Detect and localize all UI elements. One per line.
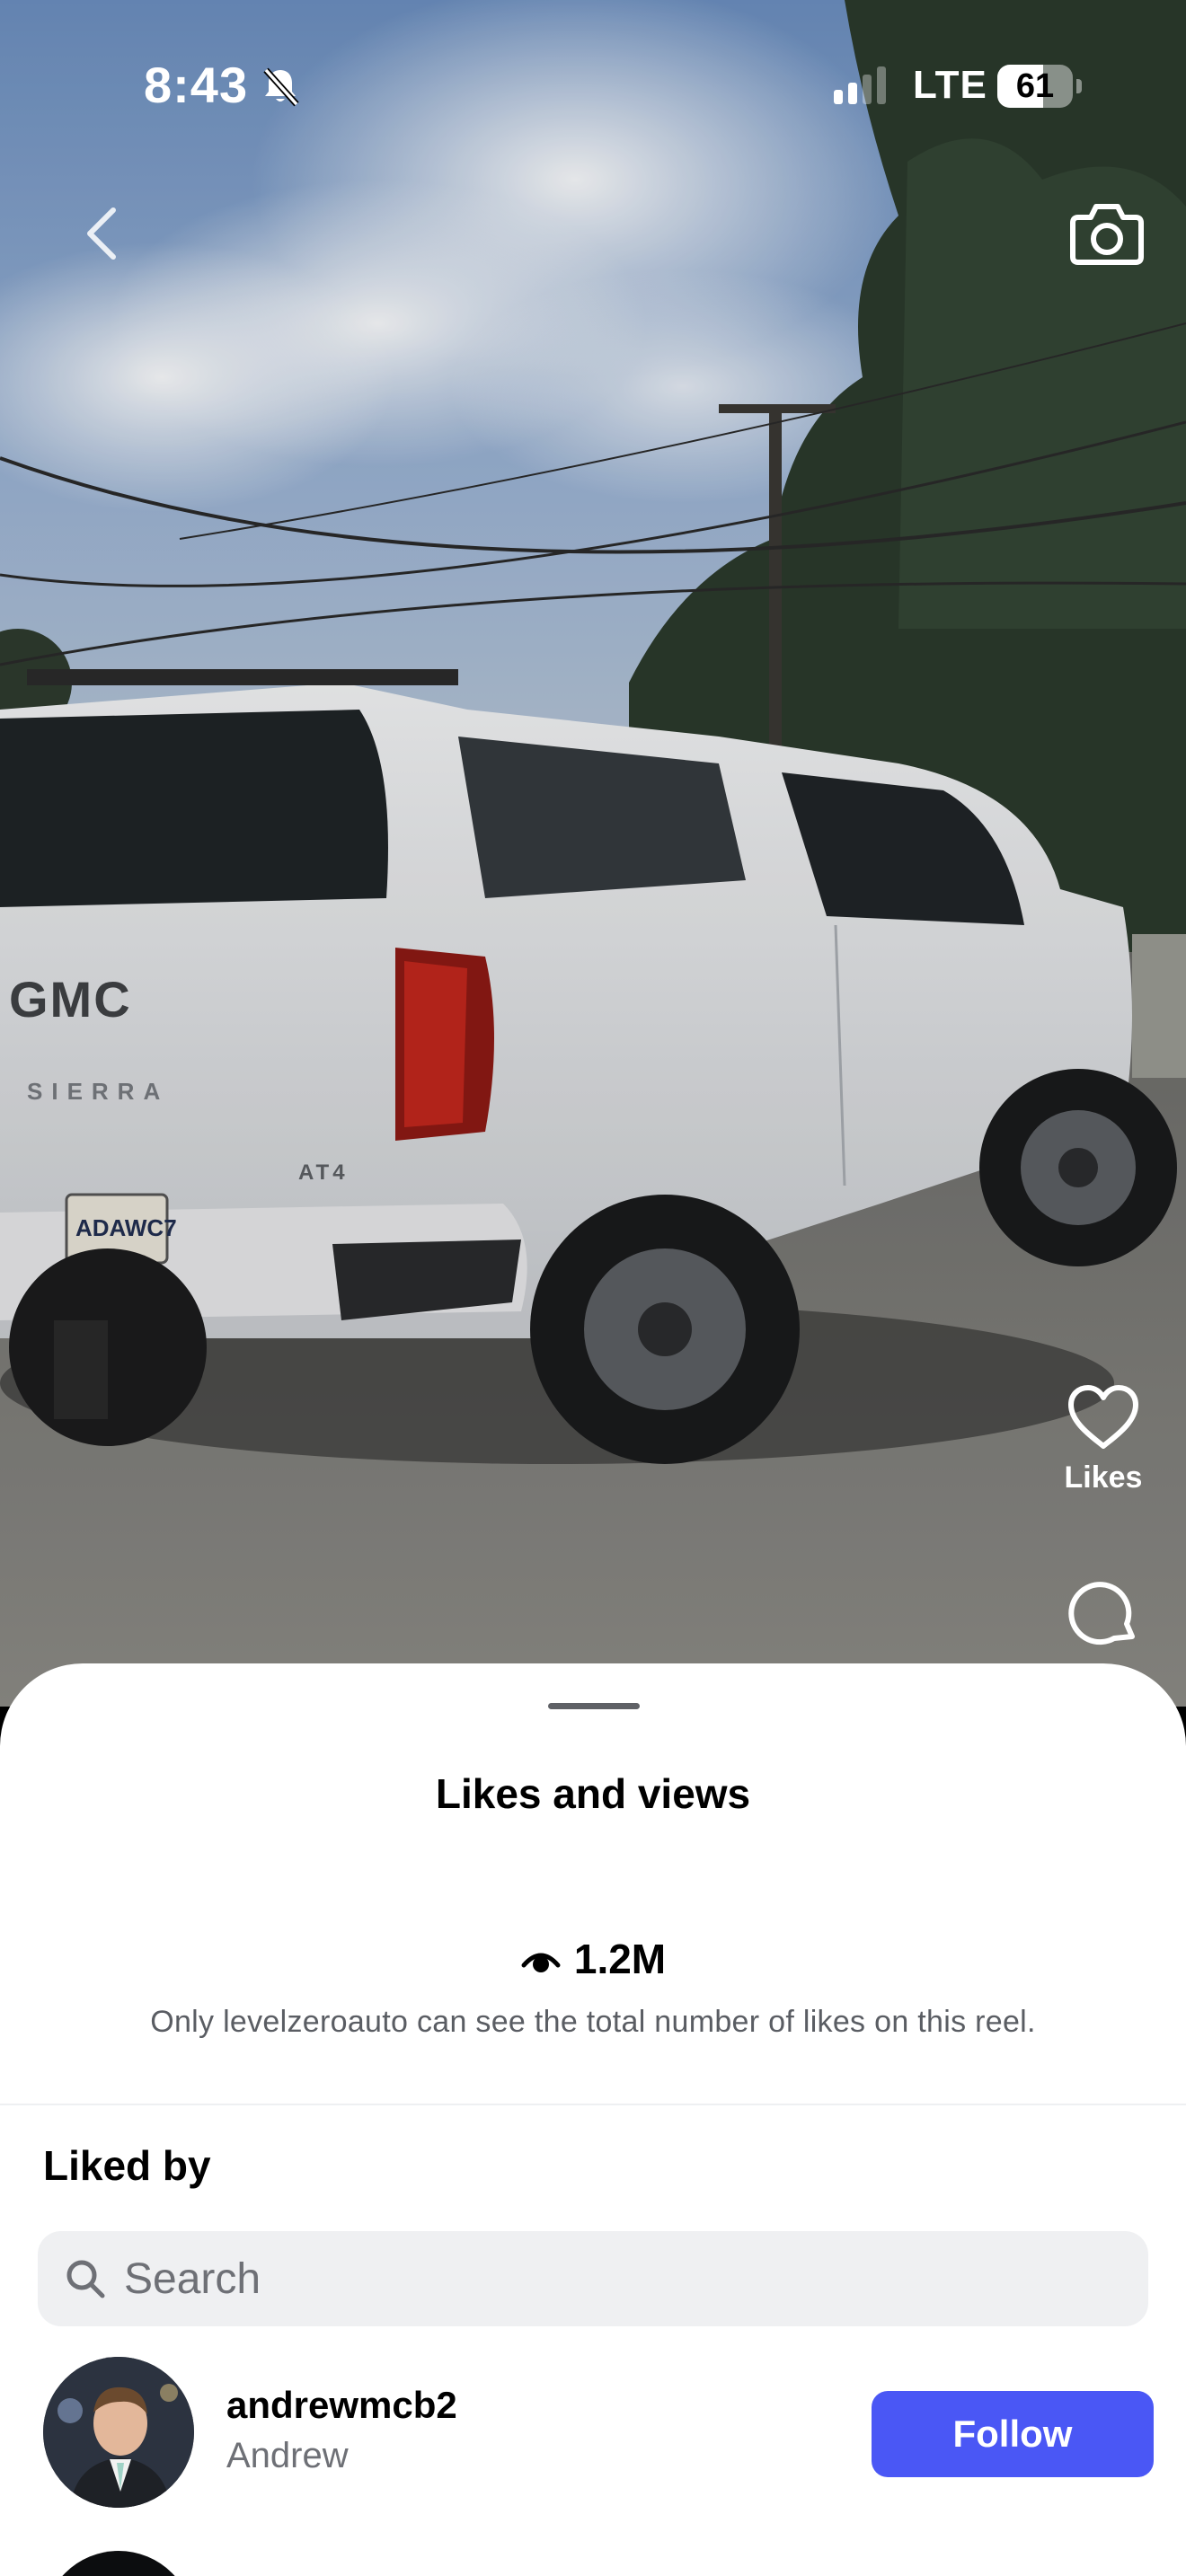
like-button[interactable]: Likes (1058, 1383, 1148, 1527)
follow-button[interactable]: Follow (872, 2391, 1154, 2477)
vehicle-badge: GMC (9, 971, 132, 1028)
camera-icon (1070, 204, 1144, 265)
cellular-signal-icon (834, 66, 888, 106)
reel-image (0, 0, 1186, 1707)
search-input[interactable] (124, 2231, 1112, 2326)
camera-button[interactable] (1069, 199, 1145, 268)
bell-slash-icon (259, 65, 302, 108)
battery-indicator: 61 (997, 65, 1082, 108)
vehicle-model: SIERRA (27, 1078, 170, 1105)
liker-row[interactable]: andrewmcb2 Andrew Follow (0, 2357, 1186, 2511)
avatar[interactable] (43, 2357, 194, 2508)
sheet-title: Likes and views (435, 1770, 751, 1817)
sheet-grabber[interactable] (548, 1703, 640, 1709)
license-plate: ADAWC7 (75, 1214, 177, 1241)
divider (0, 2104, 1186, 2105)
likes-label: Likes (1064, 1460, 1143, 1495)
avatar[interactable] (43, 2551, 194, 2576)
status-time: 8:43 (144, 57, 249, 113)
comment-icon (1068, 1582, 1135, 1645)
reel-video[interactable]: GMC SIERRA AT4 ADAWC7 (0, 0, 1186, 1707)
comment-button[interactable] (1067, 1579, 1139, 1651)
liker-full-name: Andrew (226, 2436, 349, 2475)
likes-sheet: Likes and views 1.2M Only levelzeroauto … (0, 1663, 1186, 2576)
heart-icon (1068, 1385, 1138, 1449)
status-bar: 8:43 LTE 61 (0, 0, 1186, 171)
search-icon (66, 2260, 105, 2298)
network-type: LTE (913, 63, 987, 107)
eye-icon (521, 1953, 561, 1972)
chevron-left-icon (87, 207, 116, 260)
battery-percent: 61 (1015, 67, 1055, 105)
trim-badge: AT4 (298, 1160, 349, 1185)
liker-username[interactable]: andrewmcb2 (226, 2384, 457, 2427)
back-button[interactable] (72, 198, 135, 269)
views-summary: 1.2M (0, 1935, 1186, 1989)
liked-by-heading: Liked by (43, 2142, 211, 2189)
search-bar[interactable] (38, 2231, 1148, 2326)
views-count: 1.2M (573, 1936, 667, 1982)
views-privacy-note: Only levelzeroauto can see the total num… (150, 2005, 1036, 2039)
